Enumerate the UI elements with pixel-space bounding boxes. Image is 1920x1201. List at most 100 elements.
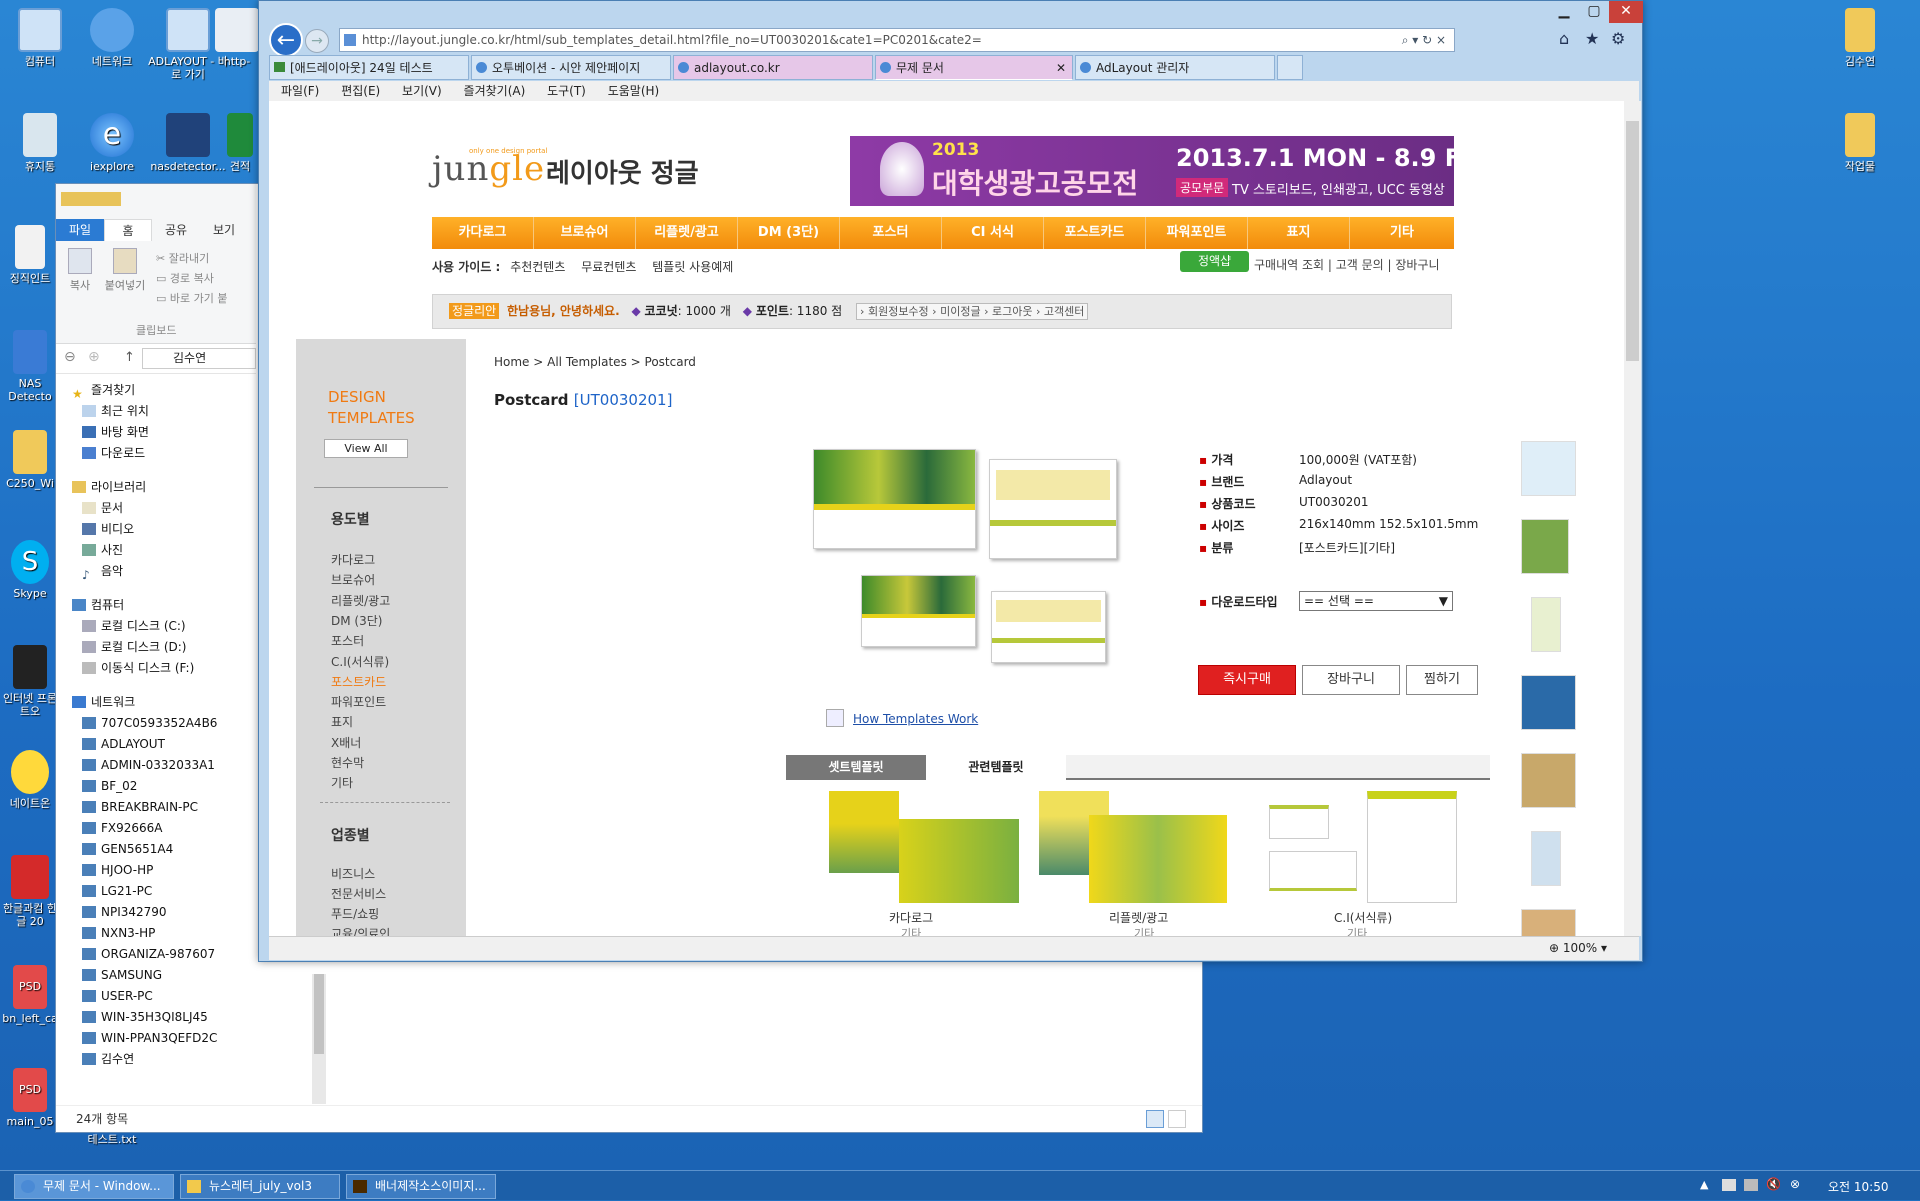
desktop-icon-iexplore[interactable]: e iexplore <box>72 113 152 173</box>
menu-help[interactable]: 도움말(H) <box>608 84 660 98</box>
preview-front-small[interactable] <box>861 575 976 647</box>
breadcrumb[interactable]: Home > All Templates > Postcard <box>494 355 696 369</box>
sidebar-purpose-item[interactable]: 현수막 <box>331 754 364 771</box>
favorites-star-icon[interactable]: ★ <box>1585 29 1599 48</box>
sidebar-purpose-item[interactable]: 기타 <box>331 774 353 791</box>
recent-thumbnail[interactable] <box>1521 675 1576 730</box>
back-button[interactable]: ← <box>269 23 303 57</box>
sidebar-industry-item[interactable]: 전문서비스 <box>331 885 386 902</box>
nav-ci[interactable]: CI 서식 <box>942 217 1044 249</box>
tab-o2vation[interactable]: 오투베이션 - 시안 제안페이지 <box>471 55 671 80</box>
download-type-select[interactable]: == 선택 == ▼ <box>1299 591 1453 611</box>
preview-back-large[interactable] <box>989 459 1117 559</box>
sidebar-purpose-item[interactable]: 포스트카드 <box>331 673 386 690</box>
taskbar-button-folder[interactable]: 뉴스레터_july_vol3 <box>180 1174 340 1199</box>
nav-brochure[interactable]: 브로슈어 <box>534 217 636 249</box>
tab-adlayout[interactable]: adlayout.co.kr <box>673 55 873 80</box>
home-icon[interactable]: ⌂ <box>1559 29 1569 48</box>
desktop-icon-estimate[interactable]: 견적 <box>220 113 260 173</box>
add-to-cart-button[interactable]: 장바구니 <box>1302 665 1400 695</box>
desktop-icon-doc[interactable]: 징직인트 <box>0 225 60 285</box>
sidebar-industry-item[interactable]: 교육/의료인 <box>331 925 390 936</box>
network-computer[interactable]: USER-PC <box>56 986 312 1007</box>
sidebar-purpose-item[interactable]: 포스터 <box>331 632 364 649</box>
ribbon-tab-share[interactable]: 공유 <box>152 219 200 241</box>
cart-link[interactable]: 장바구니 <box>1395 258 1439 272</box>
forward-arrow-icon[interactable]: ⊕ <box>88 349 100 365</box>
guide-link-recommended[interactable]: 추천컨텐츠 <box>510 260 565 274</box>
desktop-icon-test-txt[interactable]: 테스트.txt <box>72 1133 152 1146</box>
flag-icon[interactable] <box>1744 1179 1758 1191</box>
search-icon[interactable]: ⌕ ▾ ↻ × <box>1402 29 1446 51</box>
desktop-icon-user-folder[interactable]: 김수연 <box>1820 8 1900 68</box>
how-templates-work-link[interactable]: How Templates Work <box>853 712 978 726</box>
support-link[interactable]: 고객센터 <box>1044 305 1084 318</box>
page-scrollbar[interactable] <box>1624 101 1641 936</box>
set-item-ci[interactable] <box>1269 791 1459 906</box>
tab-close-icon[interactable]: ✕ <box>1056 56 1066 79</box>
edit-profile-link[interactable]: 회원정보수정 <box>868 305 929 318</box>
network-status-icon[interactable]: ⊗ <box>1790 1177 1800 1191</box>
network-computer[interactable]: 김수연 <box>56 1049 312 1070</box>
view-all-button[interactable]: View All <box>324 439 408 458</box>
sidebar-purpose-item[interactable]: 파워포인트 <box>331 693 386 710</box>
nav-catalog[interactable]: 카다로그 <box>432 217 534 249</box>
desktop-icon-nasdetector[interactable]: nasdetector... <box>148 113 228 173</box>
guide-link-free[interactable]: 무료컨텐츠 <box>581 260 636 274</box>
preview-front-large[interactable] <box>813 449 976 549</box>
buy-now-button[interactable]: 즉시구매 <box>1198 665 1296 695</box>
nav-postcard[interactable]: 포스트카드 <box>1044 217 1146 249</box>
sidebar-purpose-item[interactable]: X배너 <box>331 734 361 751</box>
tab-set-templates[interactable]: 셋트템플릿 <box>786 755 926 780</box>
large-icons-view-icon[interactable] <box>1168 1110 1186 1128</box>
set-item-leaflet[interactable] <box>1039 791 1229 906</box>
menu-tools[interactable]: 도구(T) <box>547 84 586 98</box>
maximize-button[interactable]: ▢ <box>1579 1 1609 23</box>
zoom-control[interactable]: ⊕ 100% ▾ <box>1549 937 1607 960</box>
network-computer[interactable]: SAMSUNG <box>56 965 312 986</box>
nav-scrollbar[interactable] <box>312 974 326 1104</box>
ribbon-tab-home[interactable]: 홈 <box>104 219 152 241</box>
menu-edit[interactable]: 편집(E) <box>341 84 380 98</box>
guide-link-examples[interactable]: 템플릿 사용예제 <box>652 260 733 274</box>
new-tab-button[interactable] <box>1277 55 1303 80</box>
close-button[interactable]: ✕ <box>1609 1 1643 23</box>
taskbar-button-browser[interactable]: 무제 문서 - Window... <box>14 1174 174 1199</box>
set-item-catalog[interactable] <box>829 791 1019 906</box>
menu-view[interactable]: 보기(V) <box>402 84 442 98</box>
site-logo[interactable]: jungle <box>432 149 545 189</box>
scroll-thumb[interactable] <box>314 974 324 1054</box>
paste-button[interactable]: 붙여넣기 <box>100 248 150 296</box>
jungle-shop-button[interactable]: 정액샵 <box>1180 251 1249 272</box>
sidebar-purpose-item[interactable]: 리플렛/광고 <box>331 592 390 609</box>
forward-button[interactable]: → <box>305 29 329 53</box>
menu-file[interactable]: 파일(F) <box>281 84 319 98</box>
my-jungle-link[interactable]: 미이정글 <box>940 305 980 318</box>
ribbon-tab-view[interactable]: 보기 <box>200 219 248 241</box>
back-arrow-icon[interactable]: ⊖ <box>64 349 76 365</box>
tab-related-templates[interactable]: 관련템플릿 <box>926 755 1066 780</box>
tray-app-icon[interactable] <box>1722 1179 1736 1191</box>
tab-admin[interactable]: AdLayout 관리자 <box>1075 55 1275 80</box>
desktop-icon-computer[interactable]: 컴퓨터 <box>0 8 80 68</box>
nav-powerpoint[interactable]: 파워포인트 <box>1146 217 1248 249</box>
taskbar-button-illustrator[interactable]: 배너제작소스이미지... <box>346 1174 496 1199</box>
quick-access-toolbar[interactable] <box>61 192 121 206</box>
desktop-icon-recycle[interactable]: 휴지통 <box>0 113 80 173</box>
nav-poster[interactable]: 포스터 <box>840 217 942 249</box>
desktop-icon-nateon[interactable]: 네이트온 <box>0 750 60 810</box>
paste-shortcut-button[interactable]: ▭ 바로 가기 붙 <box>156 290 227 306</box>
desktop-icon-front[interactable]: 인터넷 프론트오 <box>0 645 60 718</box>
minimize-button[interactable]: ▁ <box>1549 1 1579 23</box>
clock[interactable]: 오전 10:50 <box>1828 1178 1888 1195</box>
desktop-icon-nas[interactable]: NAS Detecto <box>0 330 60 403</box>
nav-cover[interactable]: 표지 <box>1248 217 1350 249</box>
recent-thumbnail[interactable] <box>1521 519 1569 574</box>
menu-favorites[interactable]: 즐겨찾기(A) <box>464 84 526 98</box>
desktop-icon-http[interactable]: http- <box>212 8 262 68</box>
tab-untitled[interactable]: 무제 문서 ✕ <box>875 55 1073 80</box>
desktop-icon-skype[interactable]: S Skype <box>0 540 60 600</box>
desktop-icon-network[interactable]: 네트워크 <box>72 8 152 68</box>
copy-path-button[interactable]: ▭ 경로 복사 <box>156 270 214 286</box>
site-logo-korean[interactable]: 레이아웃 정글 <box>546 153 699 190</box>
